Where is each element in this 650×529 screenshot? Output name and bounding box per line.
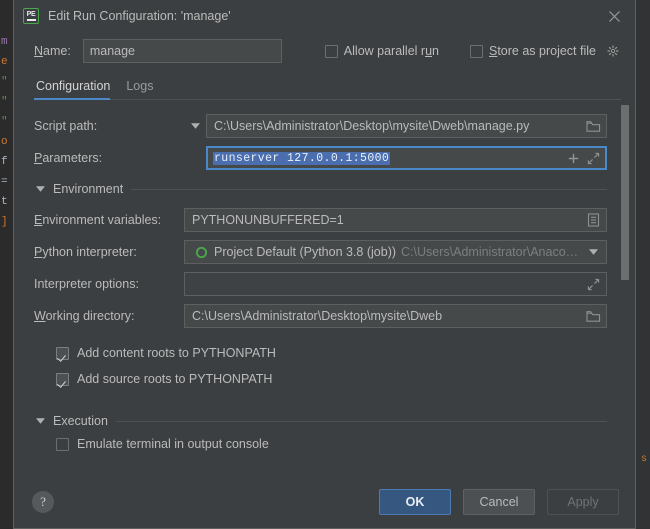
ide-gutter-char: ]	[1, 216, 8, 228]
emulate-terminal-checkbox[interactable]	[56, 437, 69, 451]
anaconda-circle-icon	[192, 243, 210, 261]
parameters-label: Parameters:	[34, 151, 103, 165]
apply-button[interactable]: Apply	[547, 488, 619, 515]
dialog-footer: ? OK Cancel Apply	[14, 479, 635, 528]
add-source-roots-label: Add source roots to PYTHONPATH	[77, 372, 273, 386]
tab-configuration[interactable]: Configuration	[34, 79, 124, 100]
ide-gutter-char: f	[1, 156, 8, 168]
add-content-roots-label: Add content roots to PYTHONPATH	[77, 346, 276, 360]
ide-gutter-char: "	[1, 116, 8, 128]
section-divider	[115, 420, 607, 422]
script-path-label: Script path:	[34, 119, 98, 133]
folder-icon[interactable]	[584, 117, 602, 135]
dialog-tabs: Configuration Logs	[14, 70, 635, 100]
ide-editor-sliver-right: s	[636, 0, 650, 529]
page-title: Edit Run Configuration: 'manage'	[48, 9, 231, 23]
ok-button[interactable]: OK	[379, 488, 451, 515]
name-row: Name: Allow parallel run Store as projec…	[14, 32, 635, 70]
working-directory-input[interactable]: C:\Users\Administrator\Desktop\mysite\Dw…	[184, 304, 607, 328]
store-as-project-file-checkbox[interactable]	[469, 44, 483, 58]
environment-variables-row: Environment variables: PYTHONUNBUFFERED=…	[34, 204, 635, 236]
chevron-down-icon[interactable]	[36, 186, 45, 192]
form-scrollbar-thumb[interactable]	[621, 105, 629, 280]
python-interpreter-combo[interactable]: Project Default (Python 3.8 (job)) C:\Us…	[184, 240, 607, 264]
close-icon[interactable]	[597, 1, 631, 31]
chevron-down-icon[interactable]	[584, 243, 602, 261]
working-directory-value: C:\Users\Administrator\Desktop\mysite\Dw…	[192, 309, 443, 323]
script-path-row: Script path: C:\Users\Administrator\Desk…	[34, 110, 635, 142]
plus-icon[interactable]	[564, 149, 582, 167]
tab-logs[interactable]: Logs	[124, 79, 167, 100]
ide-gutter-char: e	[1, 56, 8, 68]
chevron-down-icon[interactable]	[184, 123, 206, 129]
execution-section-header[interactable]: Execution	[34, 406, 635, 436]
interpreter-options-row: Interpreter options:	[34, 268, 635, 300]
folder-icon[interactable]	[584, 307, 602, 325]
environment-section-header[interactable]: Environment	[34, 174, 635, 204]
form-scrollbar[interactable]	[621, 105, 629, 477]
section-divider	[131, 188, 607, 190]
dialog-titlebar: PE Edit Run Configuration: 'manage'	[14, 0, 635, 32]
footer-button-group: OK Cancel Apply	[379, 488, 619, 515]
add-source-roots-checkbox-row[interactable]: Add source roots to PYTHONPATH	[34, 366, 635, 392]
environment-variables-label: Environment variables:	[34, 213, 162, 227]
environment-variables-value: PYTHONUNBUFFERED=1	[192, 213, 344, 227]
emulate-terminal-checkbox-row[interactable]: Emulate terminal in output console	[34, 436, 635, 452]
script-path-input[interactable]: C:\Users\Administrator\Desktop\mysite\Dw…	[206, 114, 607, 138]
interpreter-options-input[interactable]	[184, 272, 607, 296]
environment-variables-input[interactable]: PYTHONUNBUFFERED=1	[184, 208, 607, 232]
allow-parallel-run-label: Allow parallel run	[343, 44, 439, 58]
name-label-rest: ame:	[43, 44, 71, 58]
ide-gutter-char: o	[1, 136, 8, 148]
pycharm-edu-icon-text: PE	[26, 11, 36, 19]
allow-parallel-run-checkbox[interactable]	[324, 44, 338, 58]
python-interpreter-label: Python interpreter:	[34, 245, 137, 259]
pycharm-edu-icon-bar	[26, 19, 36, 21]
edit-run-configuration-dialog: PE Edit Run Configuration: 'manage' Name…	[13, 0, 636, 529]
python-interpreter-name: Project Default (Python 3.8 (job))	[214, 245, 397, 259]
add-content-roots-checkbox-row[interactable]: Add content roots to PYTHONPATH	[34, 340, 635, 366]
name-input[interactable]	[82, 39, 282, 63]
interpreter-options-label: Interpreter options:	[34, 277, 139, 291]
gear-icon[interactable]	[607, 45, 619, 57]
working-directory-row: Working directory: C:\Users\Administrato…	[34, 300, 635, 332]
help-button[interactable]: ?	[32, 490, 54, 513]
emulate-terminal-label: Emulate terminal in output console	[77, 437, 269, 451]
ide-gutter-char: "	[1, 76, 8, 88]
python-interpreter-path: C:\Users\Administrator\Anaconda	[401, 245, 582, 259]
configuration-form: Script path: C:\Users\Administrator\Desk…	[14, 100, 635, 452]
parameters-row: Parameters: runserver 127.0.0.1:5000	[34, 142, 635, 174]
add-source-roots-checkbox[interactable]	[56, 372, 69, 386]
ide-right-marker: s	[640, 454, 647, 465]
parameters-value: runserver 127.0.0.1:5000	[213, 151, 391, 165]
parameters-input[interactable]: runserver 127.0.0.1:5000	[206, 146, 607, 170]
ide-gutter-char: m	[1, 36, 8, 48]
expand-icon[interactable]	[584, 149, 602, 167]
store-as-project-file-label: Store as project file	[488, 44, 596, 58]
environment-section-label: Environment	[53, 182, 124, 196]
chevron-down-icon[interactable]	[36, 418, 45, 424]
execution-section-label: Execution	[53, 414, 108, 428]
ide-gutter-char: "	[1, 96, 8, 108]
ide-gutter-char: =	[1, 176, 8, 188]
allow-parallel-run-checkbox-row[interactable]: Allow parallel run	[324, 44, 439, 58]
python-interpreter-row: Python interpreter: Project Default (Pyt…	[34, 236, 635, 268]
working-directory-label: Working directory:	[34, 309, 135, 323]
script-path-value: C:\Users\Administrator\Desktop\mysite\Dw…	[214, 119, 530, 133]
ide-gutter-char: t	[1, 196, 8, 208]
pycharm-edu-icon: PE	[23, 8, 39, 24]
add-content-roots-checkbox[interactable]	[56, 346, 69, 360]
name-label: Name:	[34, 44, 71, 58]
store-as-project-file-checkbox-row[interactable]: Store as project file	[469, 44, 619, 58]
parameters-value-wrap: runserver 127.0.0.1:5000	[213, 151, 562, 165]
ide-editor-sliver-left: m e " " " o f = t]	[0, 0, 13, 529]
cancel-button[interactable]: Cancel	[463, 488, 535, 515]
list-edit-icon[interactable]	[584, 211, 602, 229]
configuration-form-scroll-area: Script path: C:\Users\Administrator\Desk…	[14, 100, 635, 479]
expand-icon[interactable]	[584, 275, 602, 293]
